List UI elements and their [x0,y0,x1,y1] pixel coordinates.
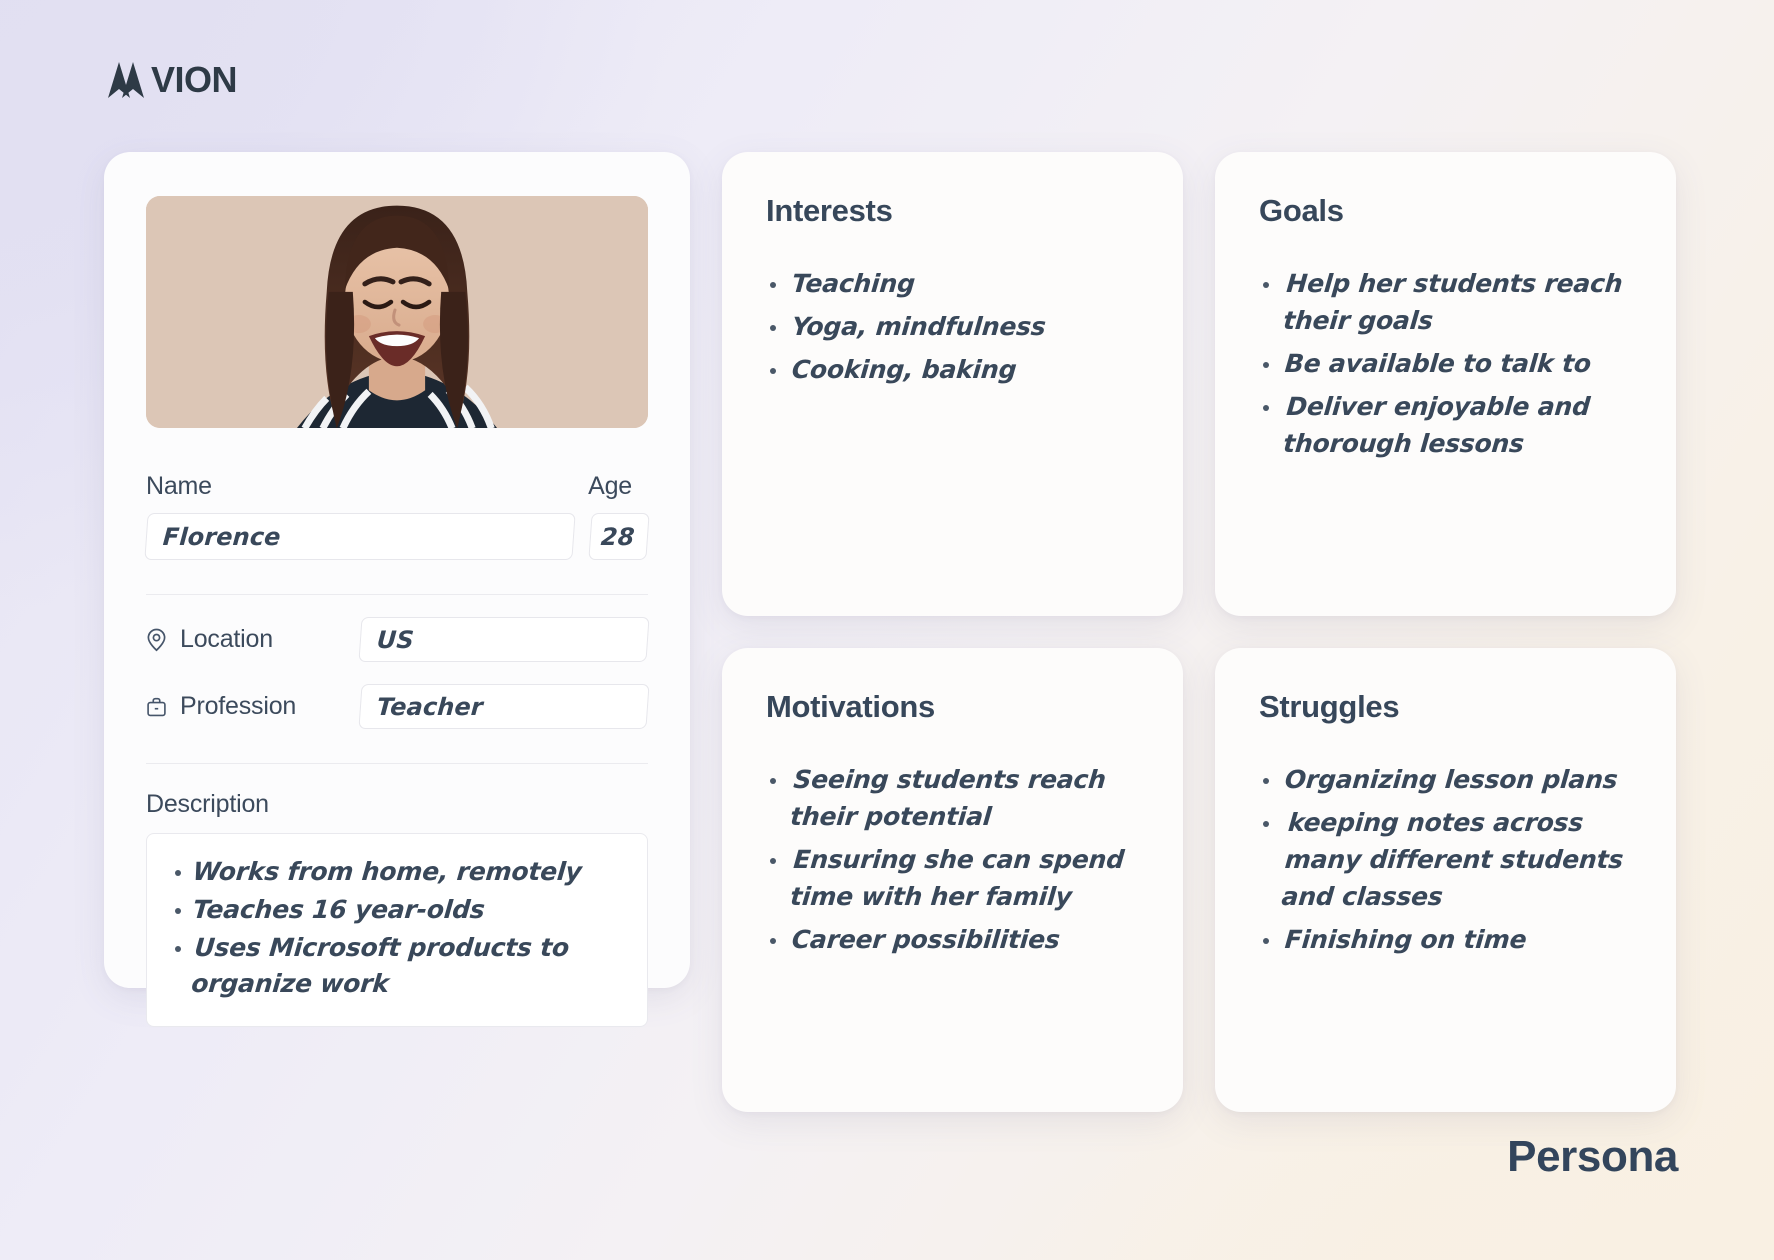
goals-title: Goals [1259,193,1344,228]
profile-divider-bottom [146,763,648,764]
name-label: Name [146,472,212,500]
name-age-label-row: Name Age [146,472,648,501]
motivations-card: Motivations Seeing students reach their … [722,648,1183,1112]
brand-logo-text: VION [151,59,238,100]
page-title: Persona [1507,1132,1678,1181]
location-input[interactable]: US [358,617,650,662]
struggles-card: Struggles Organizing lesson plans keepin… [1215,648,1676,1112]
persona-avatar-photo [146,196,648,428]
profile-divider-top [146,594,648,595]
profile-card: Name Age Florence 28 Location US Profess… [104,152,690,1027]
list-item: Be available to talk to [1259,345,1632,382]
interests-card: Interests Teaching Yoga, mindfulness Coo… [722,152,1183,616]
list-item: Uses Microsoft products to organize work [157,930,629,1002]
location-label: Location [180,625,273,653]
list-item: Finishing on time [1259,921,1632,958]
list-item: Organizing lesson plans [1259,761,1632,798]
list-item: Works from home, remotely [157,854,629,890]
list-item: Career possibilities [766,921,1139,958]
list-item: Seeing students reach their potential [766,761,1139,835]
list-item: Help her students reach their goals [1259,265,1632,339]
profession-input[interactable]: Teacher [358,684,650,729]
profession-row: Profession Teacher [146,684,650,729]
struggles-list: Organizing lesson plans keeping notes ac… [1259,761,1632,958]
goals-card: Goals Help her students reach their goal… [1215,152,1676,616]
motivations-list: Seeing students reach their potential En… [766,761,1139,958]
brand-logo: VION [108,59,238,100]
persona-board: Name Age Florence 28 Location US Profess… [104,152,1676,1112]
profession-label: Profession [180,692,297,720]
age-input[interactable]: 28 [588,513,650,560]
goals-list: Help her students reach their goals Be a… [1259,265,1632,462]
interests-list: Teaching Yoga, mindfulness Cooking, baki… [766,265,1139,388]
info-cards-grid: Interests Teaching Yoga, mindfulness Coo… [722,152,1676,1112]
briefcase-icon [146,696,167,718]
location-label-group: Location [146,625,360,654]
list-item: Deliver enjoyable and thorough lessons [1259,388,1632,462]
description-box[interactable]: Works from home, remotely Teaches 16 yea… [146,833,648,1027]
description-list: Works from home, remotely Teaches 16 yea… [157,854,629,1002]
portrait-illustration [146,196,648,428]
struggles-title: Struggles [1259,689,1400,724]
name-age-input-row: Florence 28 [144,513,650,560]
list-item: Teaching [766,265,1139,302]
profile-column: Name Age Florence 28 Location US Profess… [104,152,690,1112]
avion-chevron-mark [108,62,144,98]
list-item: keeping notes across many different stud… [1259,804,1632,915]
location-row: Location US [146,617,650,662]
list-item: Ensuring she can spend time with her fam… [766,841,1139,915]
list-item: Yoga, mindfulness [766,308,1139,345]
list-item: Cooking, baking [766,351,1139,388]
interests-title: Interests [766,193,893,228]
age-label: Age [588,472,632,500]
map-pin-icon [146,628,167,652]
profession-label-group: Profession [146,692,360,721]
motivations-title: Motivations [766,689,935,724]
name-input[interactable]: Florence [144,513,576,560]
list-item: Teaches 16 year-olds [157,892,629,928]
description-label: Description [146,790,269,818]
